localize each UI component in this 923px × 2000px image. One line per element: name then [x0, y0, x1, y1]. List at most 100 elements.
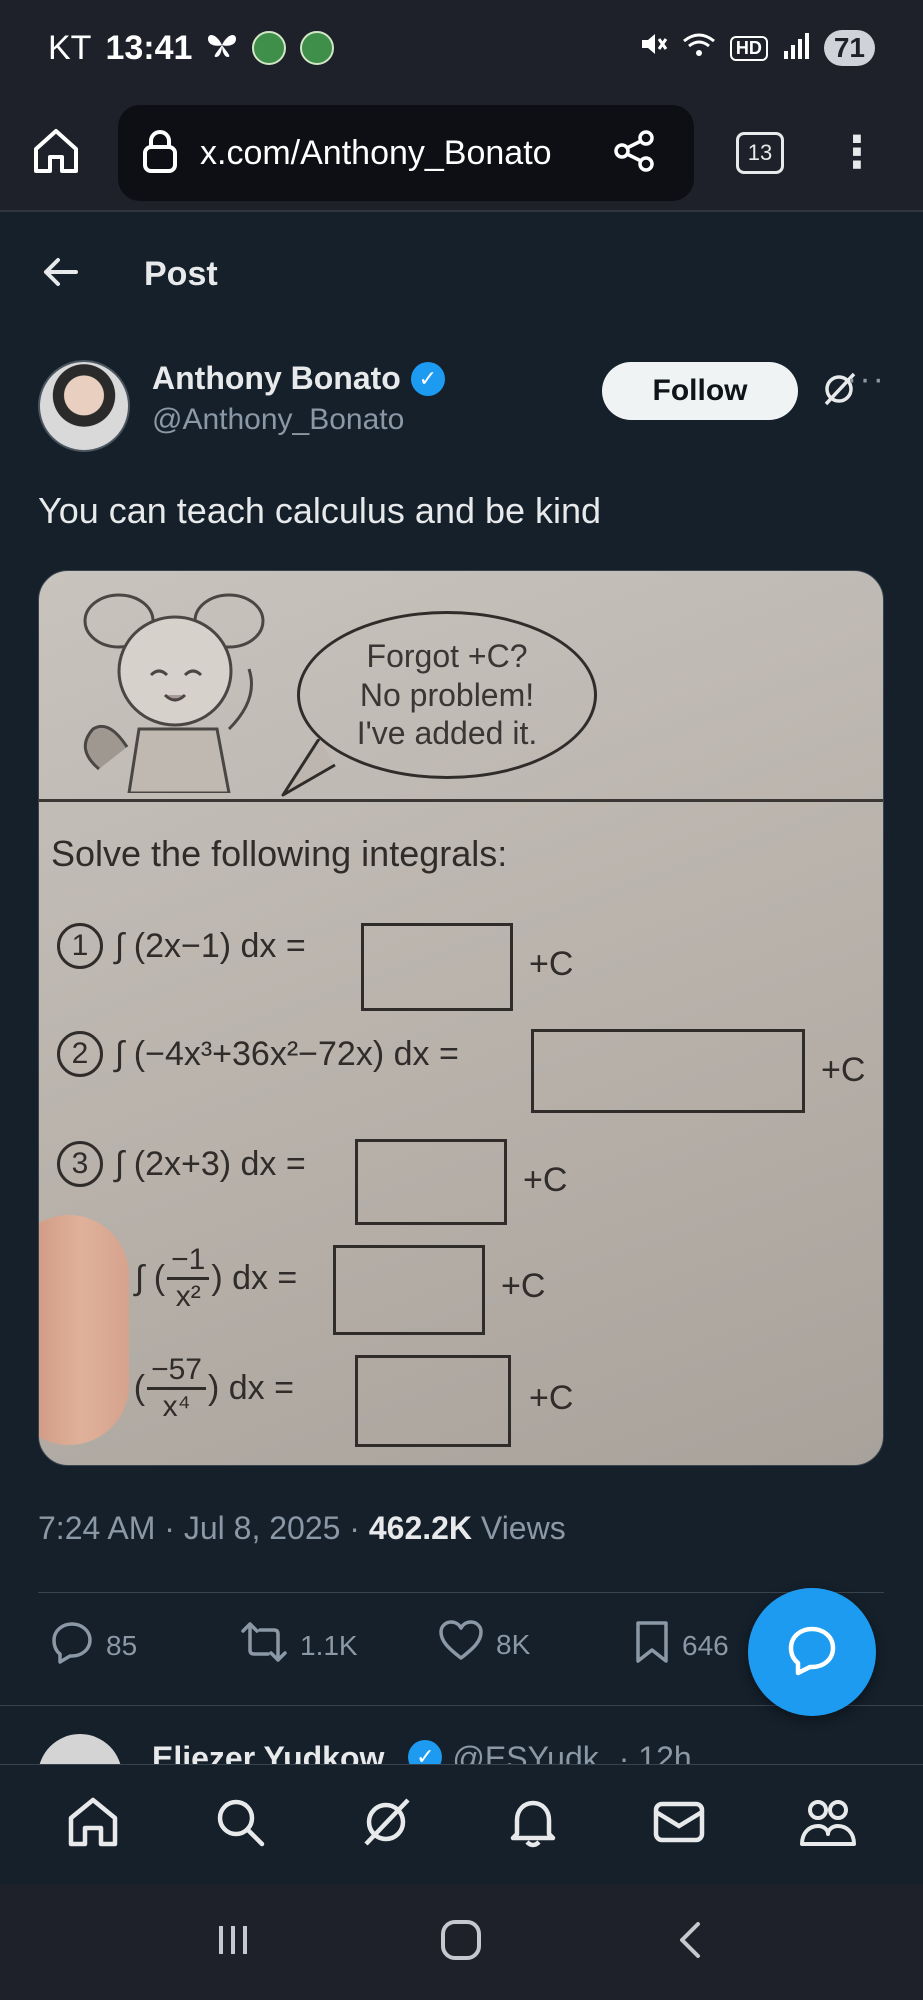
denominator: x² [175, 1280, 201, 1313]
numerator: −1 [167, 1245, 210, 1280]
compose-reply-button[interactable] [748, 1588, 876, 1716]
signal-icon [782, 29, 810, 68]
fraction: −1 x² [167, 1245, 210, 1313]
status-left: KT 13:41 [48, 28, 335, 68]
reply-count: 85 [106, 1629, 138, 1661]
reply-preview[interactable]: Eliezer Yudkow ✓ @ESYudk · 12h [38, 1730, 888, 1766]
answer-box [361, 923, 513, 1011]
author-name[interactable]: Anthony Bonato [152, 360, 401, 397]
divider [39, 799, 883, 802]
problem-number: 2 [57, 1031, 103, 1077]
lock-icon[interactable] [142, 129, 178, 178]
avatar[interactable] [38, 1734, 122, 1766]
recents-icon[interactable] [213, 1920, 253, 1965]
wifi-icon [682, 29, 716, 68]
problem-3: 3 ∫ (2x+3) dx = [57, 1141, 306, 1187]
post-author: Anthony Bonato ✓ @Anthony_Bonato Follow … [38, 360, 888, 460]
back-arrow-icon[interactable] [40, 252, 80, 297]
back-icon[interactable] [670, 1920, 710, 1965]
verified-badge-icon: ✓ [408, 1740, 443, 1766]
search-icon[interactable] [212, 1794, 268, 1855]
answer-box [355, 1355, 511, 1447]
repost-button[interactable]: 1.1K [240, 1620, 358, 1671]
plus-c: +C [821, 1051, 866, 1089]
numerator: −57 [147, 1355, 206, 1390]
repost-icon [240, 1620, 288, 1671]
problem-suffix: ) dx = [211, 1259, 298, 1297]
like-button[interactable]: 8K [438, 1620, 530, 1669]
finger [39, 1215, 129, 1445]
speech-line: Forgot +C? [366, 638, 528, 675]
address-bar[interactable]: x.com/Anthony_Bonato [118, 105, 694, 201]
problem-number: 3 [57, 1141, 103, 1187]
divider [38, 1592, 884, 1593]
reply-icon [50, 1620, 94, 1671]
post-meta: 7:24 AM · Jul 8, 2025 · 462.2K Views [38, 1510, 566, 1547]
answer-box [333, 1245, 485, 1335]
system-navigation [0, 1884, 923, 2000]
plus-c: +C [523, 1161, 568, 1199]
follow-button[interactable]: Follow [602, 362, 798, 420]
browser-toolbar: x.com/Anthony_Bonato 13 ⋮ [0, 96, 923, 212]
problem-2: 2 ∫ (−4x³+36x²−72x) dx = [57, 1031, 459, 1077]
author-name-row[interactable]: Anthony Bonato ✓ [152, 360, 445, 397]
meta-separator: · [164, 1510, 175, 1546]
app-notification-icon [252, 31, 287, 65]
more-options-icon[interactable]: ··· [846, 360, 886, 399]
reply-time: · 12h [618, 1740, 692, 1766]
denominator: x⁴ [162, 1390, 191, 1423]
bookmark-button[interactable]: 646 [634, 1620, 729, 1671]
views-label: Views [480, 1510, 566, 1546]
answer-box [355, 1139, 507, 1225]
status-bar: KT 13:41 HD 71 [0, 0, 923, 96]
reply-author-name[interactable]: Eliezer Yudkow [152, 1740, 384, 1766]
carrier-label: KT [48, 28, 92, 67]
menu-icon[interactable]: ⋮ [835, 131, 879, 175]
heart-icon [438, 1620, 484, 1669]
url-text[interactable]: x.com/Anthony_Bonato [200, 134, 590, 173]
meta-separator: · [349, 1510, 360, 1546]
tabs-button[interactable]: 13 [736, 132, 784, 174]
anime-character-illustration [83, 593, 265, 793]
home-icon[interactable] [30, 125, 82, 182]
views-count[interactable]: 462.2K [369, 1510, 472, 1546]
problem-1: 1 ∫ (2x−1) dx = [57, 923, 306, 969]
share-icon[interactable] [612, 129, 656, 178]
author-handle[interactable]: @Anthony_Bonato [152, 403, 445, 437]
notifications-icon[interactable] [505, 1794, 561, 1855]
mute-icon [638, 29, 668, 68]
plus-c: +C [501, 1267, 546, 1305]
home-icon[interactable] [439, 1918, 483, 1967]
hd-badge: HD [729, 35, 768, 61]
plus-c: +C [529, 945, 574, 983]
problem-expression: ∫ (−4x³+36x²−72x) dx = [115, 1034, 459, 1073]
status-right: HD 71 [638, 29, 875, 68]
problem-number: 1 [57, 923, 103, 969]
communities-icon[interactable] [798, 1794, 858, 1855]
like-count: 8K [496, 1628, 531, 1660]
bottom-navigation [0, 1764, 923, 1884]
speech-bubble-tail [281, 739, 336, 797]
messages-icon[interactable] [651, 1794, 707, 1855]
post-header: Post [0, 214, 923, 334]
reply-button[interactable]: 85 [50, 1620, 137, 1671]
post-text: You can teach calculus and be kind [38, 490, 602, 531]
problem-suffix: ) dx = [207, 1369, 294, 1407]
page-title: Post [144, 254, 218, 293]
avatar[interactable] [38, 360, 130, 452]
speech-bubble: Forgot +C? No problem! I've added it. [297, 611, 597, 779]
worksheet-heading: Solve the following integrals: [51, 833, 508, 874]
verified-badge-icon: ✓ [410, 361, 445, 396]
reply-author-handle[interactable]: @ESYudk [452, 1740, 598, 1766]
clock: 13:41 [105, 28, 193, 67]
grok-icon[interactable] [358, 1794, 414, 1855]
problem-prefix: ∫ ( [135, 1259, 166, 1297]
plus-c: +C [529, 1379, 574, 1417]
home-icon[interactable] [65, 1794, 121, 1855]
post-image[interactable]: Forgot +C? No problem! I've added it. So… [38, 570, 884, 1466]
reply-icon [786, 1624, 838, 1681]
speech-line: No problem! [359, 676, 535, 713]
battery-indicator: 71 [823, 30, 875, 66]
bookmark-icon [634, 1620, 670, 1671]
post-date: Jul 8, 2025 [183, 1510, 341, 1546]
